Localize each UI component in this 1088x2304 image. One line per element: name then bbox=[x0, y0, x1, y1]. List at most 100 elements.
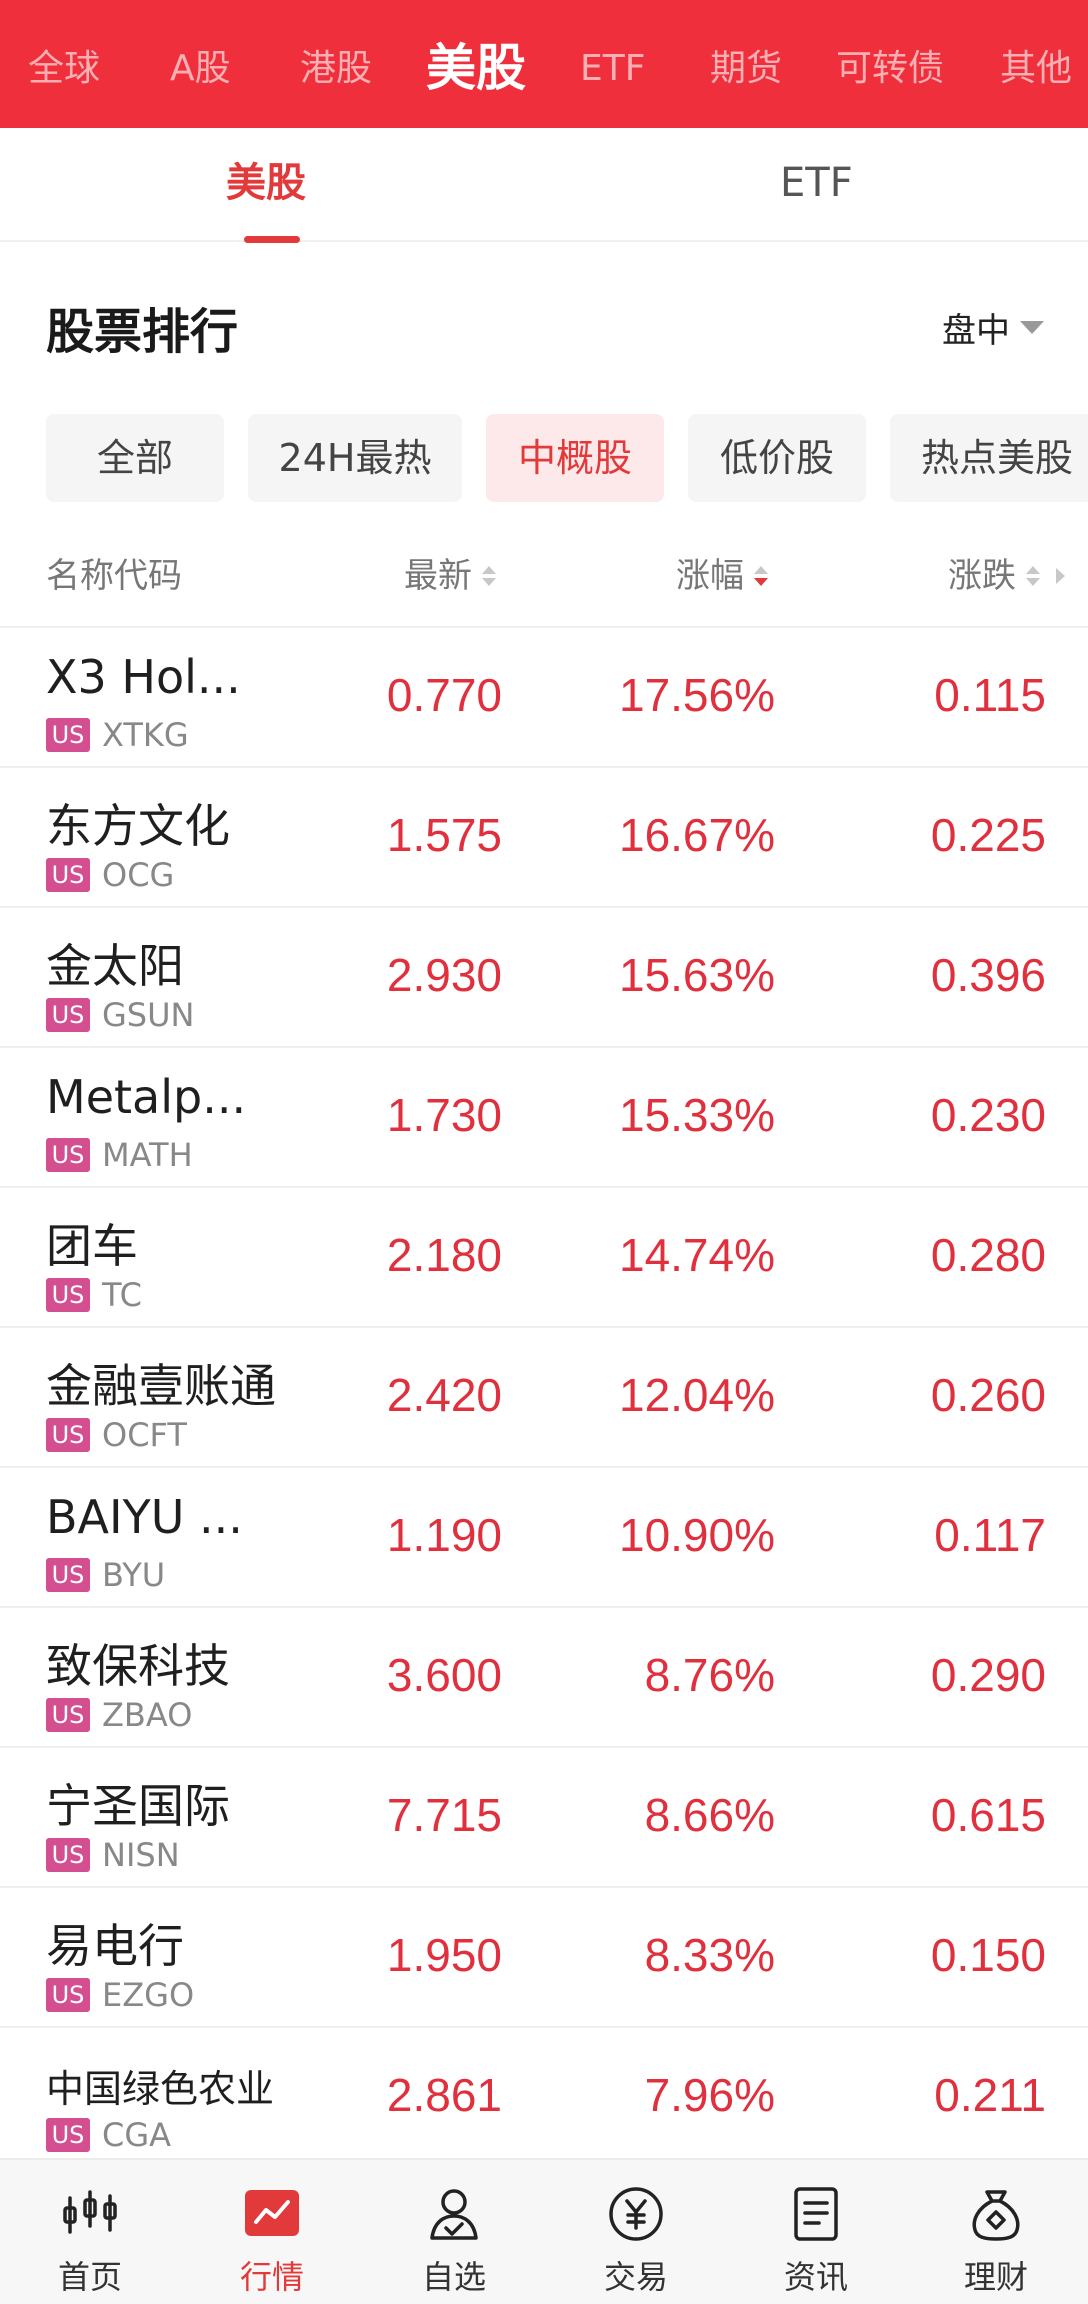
sort-icon bbox=[1026, 566, 1040, 586]
chip-all[interactable]: 全部 bbox=[46, 414, 224, 502]
change-amount: 0.615 bbox=[930, 1789, 1046, 1841]
stock-code: EZGO bbox=[102, 1976, 195, 2014]
col-change-pct-sort[interactable]: 涨幅 bbox=[676, 540, 768, 612]
change-amount: 0.290 bbox=[930, 1649, 1046, 1701]
table-row[interactable]: 金融壹账通 US OCFT 2.420 12.04% 0.260 bbox=[0, 1326, 1088, 1466]
nav-news[interactable]: 资讯 bbox=[746, 2160, 886, 2304]
nav-label: 资讯 bbox=[783, 2258, 848, 2296]
stock-code: OCFT bbox=[102, 1416, 187, 1454]
change-percent: 15.33% bbox=[618, 1089, 775, 1141]
table-row[interactable]: 金太阳 US GSUN 2.930 15.63% 0.396 bbox=[0, 906, 1088, 1046]
market-tab-futures[interactable]: 期货 bbox=[710, 0, 782, 128]
stock-code: XTKG bbox=[102, 716, 189, 754]
change-amount: 0.230 bbox=[930, 1089, 1046, 1141]
market-tab-hk[interactable]: 港股 bbox=[300, 0, 372, 128]
change-percent: 12.04% bbox=[618, 1369, 775, 1421]
chip-china-concept[interactable]: 中概股 bbox=[486, 414, 664, 502]
stock-code-line: US OCFT bbox=[46, 1416, 187, 1454]
yen-coin-icon bbox=[609, 2187, 663, 2241]
table-header: 名称代码 最新 涨幅 涨跌 bbox=[0, 540, 1088, 612]
nav-trade[interactable]: 交易 bbox=[566, 2160, 706, 2304]
chip-hot-us[interactable]: 热点美股 bbox=[890, 414, 1088, 502]
stock-name: BAIYU ... bbox=[46, 1490, 243, 1544]
nav-watchlist[interactable]: 自选 bbox=[384, 2160, 524, 2304]
chip-low-price[interactable]: 低价股 bbox=[688, 414, 866, 502]
stock-code-line: US EZGO bbox=[46, 1976, 194, 2014]
table-row[interactable]: 宁圣国际 US NISN 7.715 8.66% 0.615 bbox=[0, 1746, 1088, 1886]
market-tab-convertible[interactable]: 可转债 bbox=[836, 0, 944, 128]
nav-home[interactable]: 首页 bbox=[20, 2160, 160, 2304]
nav-wealth[interactable]: 理财 bbox=[926, 2160, 1066, 2304]
col-change-sort[interactable]: 涨跌 bbox=[948, 540, 1065, 612]
stock-name: Metalp... bbox=[46, 1070, 247, 1124]
latest-price: 7.715 bbox=[386, 1789, 502, 1841]
session-label: 盘中 bbox=[942, 310, 1010, 351]
change-percent: 8.33% bbox=[644, 1929, 775, 1981]
us-market-badge: US bbox=[46, 1418, 90, 1452]
col-name-code: 名称代码 bbox=[46, 540, 182, 612]
table-row[interactable]: X3 Hol... US XTKG 0.770 17.56% 0.115 bbox=[0, 626, 1088, 766]
nav-market[interactable]: 行情 bbox=[202, 2160, 342, 2304]
sub-tab-us-stocks[interactable]: 美股 bbox=[226, 128, 306, 242]
sub-tab-bar: 美股 ETF bbox=[0, 128, 1088, 242]
user-check-icon bbox=[430, 2189, 478, 2240]
col-latest-label: 最新 bbox=[404, 556, 472, 596]
change-amount: 0.225 bbox=[930, 809, 1046, 861]
stock-code: BYU bbox=[102, 1556, 166, 1594]
change-amount: 0.117 bbox=[934, 1509, 1046, 1561]
latest-price: 2.180 bbox=[386, 1229, 502, 1281]
market-tab-other[interactable]: 其他 bbox=[1000, 0, 1072, 128]
stock-name: 东方文化 bbox=[46, 799, 230, 853]
session-dropdown[interactable]: 盘中 bbox=[942, 302, 1044, 352]
change-percent: 16.67% bbox=[618, 809, 775, 861]
change-amount: 0.150 bbox=[930, 1929, 1046, 1981]
table-row[interactable]: 致保科技 US ZBAO 3.600 8.76% 0.290 bbox=[0, 1606, 1088, 1746]
stock-name: X3 Hol... bbox=[46, 650, 241, 704]
market-tab-global[interactable]: 全球 bbox=[28, 0, 100, 128]
section-title: 股票排行 bbox=[46, 304, 239, 360]
stock-name: 金融壹账通 bbox=[46, 1359, 276, 1413]
trend-chart-icon bbox=[245, 2190, 299, 2236]
table-row[interactable]: 中国绿色农业 US CGA 2.861 7.96% 0.211 bbox=[0, 2026, 1088, 2166]
sub-tab-etf[interactable]: ETF bbox=[780, 128, 853, 242]
latest-price: 1.575 bbox=[386, 809, 502, 861]
scroll-right-icon[interactable] bbox=[1056, 568, 1065, 584]
chip-hot-24h[interactable]: 24H最热 bbox=[248, 414, 462, 502]
stock-code-line: US OCG bbox=[46, 856, 174, 894]
latest-price: 2.861 bbox=[386, 2069, 502, 2121]
change-percent: 10.90% bbox=[618, 1509, 775, 1561]
nav-label: 交易 bbox=[603, 2258, 668, 2296]
table-row[interactable]: 易电行 US EZGO 1.950 8.33% 0.150 bbox=[0, 1886, 1088, 2026]
table-row[interactable]: Metalp... US MATH 1.730 15.33% 0.230 bbox=[0, 1046, 1088, 1186]
us-market-badge: US bbox=[46, 858, 90, 892]
sort-icon bbox=[482, 566, 496, 586]
market-tab-us[interactable]: 美股 bbox=[426, 0, 526, 128]
market-tab-etf[interactable]: ETF bbox=[580, 0, 645, 128]
table-row[interactable]: 团车 US TC 2.180 14.74% 0.280 bbox=[0, 1186, 1088, 1326]
table-row[interactable]: BAIYU ... US BYU 1.190 10.90% 0.117 bbox=[0, 1466, 1088, 1606]
stock-ranking-table: X3 Hol... US XTKG 0.770 17.56% 0.115 东方文化 US OCG… bbox=[0, 626, 1088, 2166]
latest-price: 1.190 bbox=[386, 1509, 502, 1561]
sort-desc-icon bbox=[754, 566, 768, 586]
stock-code: GSUN bbox=[102, 996, 195, 1034]
money-bag-icon bbox=[972, 2190, 1020, 2241]
stock-code: NISN bbox=[102, 1836, 180, 1874]
us-market-badge: US bbox=[46, 718, 90, 752]
us-market-badge: US bbox=[46, 1138, 90, 1172]
stock-code-line: US CGA bbox=[46, 2116, 171, 2154]
us-market-badge: US bbox=[46, 1698, 90, 1732]
change-percent: 8.66% bbox=[644, 1789, 775, 1841]
stock-code-line: US ZBAO bbox=[46, 1696, 192, 1734]
us-market-badge: US bbox=[46, 1978, 90, 2012]
col-latest-sort[interactable]: 最新 bbox=[404, 540, 496, 612]
table-row[interactable]: 东方文化 US OCG 1.575 16.67% 0.225 bbox=[0, 766, 1088, 906]
stock-code: OCG bbox=[102, 856, 175, 894]
change-amount: 0.260 bbox=[930, 1369, 1046, 1421]
filter-chips: 全部 24H最热 中概股 低价股 热点美股 bbox=[0, 414, 1088, 504]
stock-code-line: US TC bbox=[46, 1276, 142, 1314]
change-amount: 0.115 bbox=[934, 669, 1046, 721]
market-tab-a-share[interactable]: A股 bbox=[170, 0, 231, 128]
nav-label: 理财 bbox=[963, 2258, 1028, 2296]
change-percent: 14.74% bbox=[618, 1229, 775, 1281]
us-market-badge: US bbox=[46, 2118, 90, 2152]
